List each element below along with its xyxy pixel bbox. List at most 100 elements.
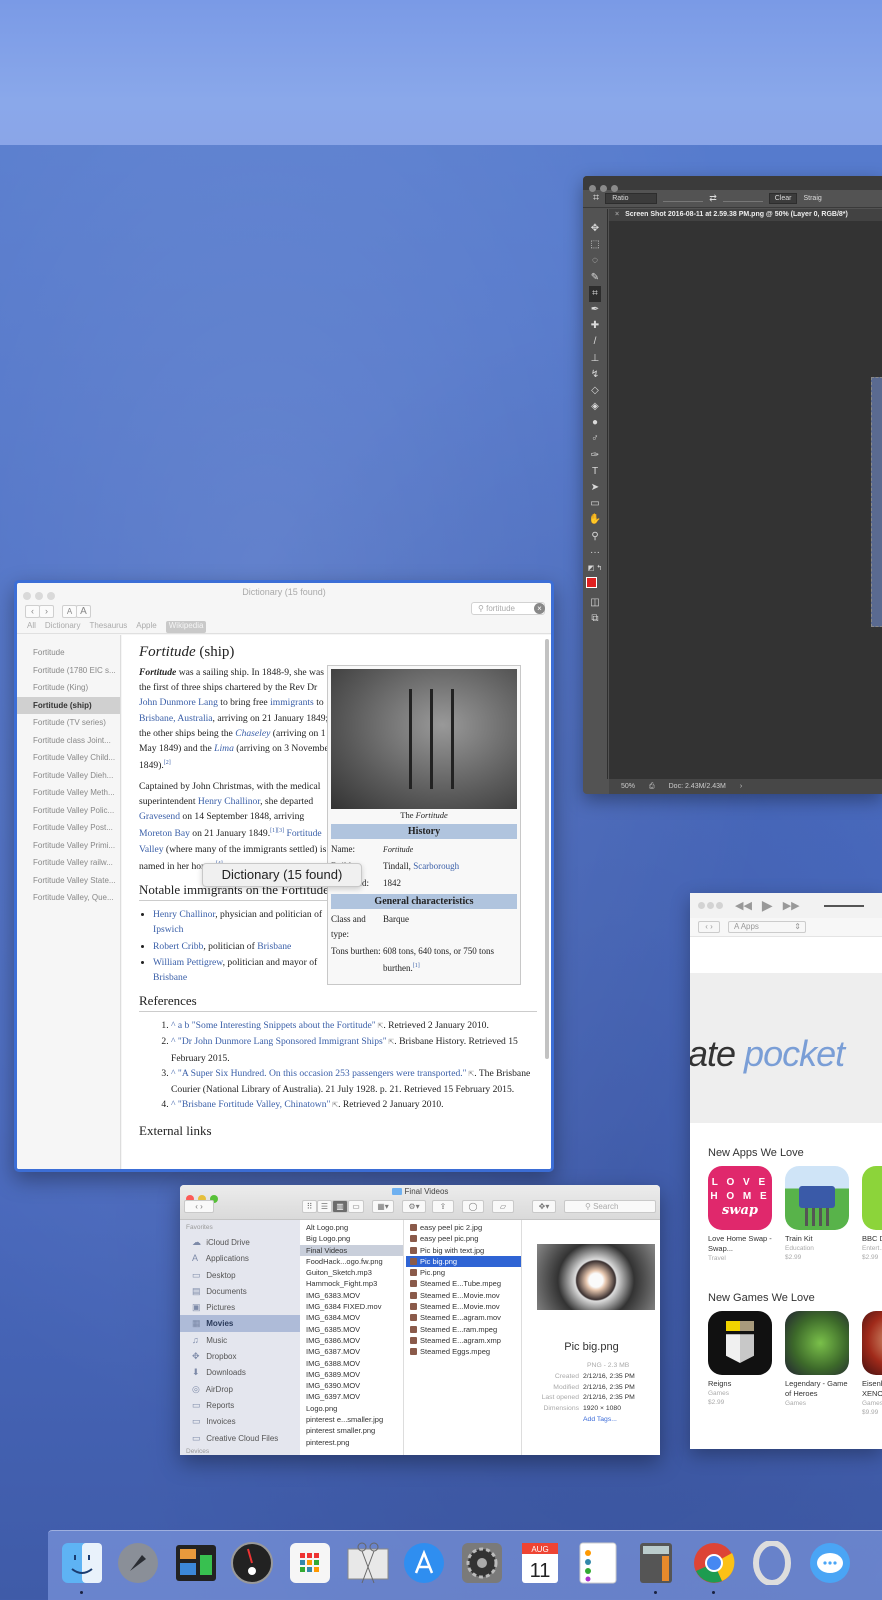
app-item[interactable]: Train Kit Education $2.99 xyxy=(785,1166,849,1263)
close-tab-icon[interactable]: × xyxy=(615,211,619,218)
file-item[interactable]: easy peel pic.png xyxy=(406,1233,521,1244)
entry-list-item[interactable]: Fortitude Valley railw... xyxy=(17,854,120,872)
file-item[interactable]: Big Logo.png xyxy=(300,1233,403,1244)
scrollbar[interactable] xyxy=(545,639,549,1059)
app-item[interactable]: BBC Doctor... Entert... $2.99 xyxy=(862,1166,882,1263)
file-item[interactable]: Pic big with text.jpg xyxy=(406,1245,521,1256)
quick-select-tool-icon[interactable]: ✎ xyxy=(591,270,599,286)
sidebar-item-movies[interactable]: ▦ Movies xyxy=(180,1315,300,1332)
sidebar-item-documents[interactable]: ▤ Documents xyxy=(180,1283,300,1299)
close-button[interactable] xyxy=(589,185,596,192)
dock-calendar[interactable]: AUG 11 xyxy=(516,1539,564,1587)
file-item[interactable]: Steamed Eggs.mpeg xyxy=(406,1346,521,1357)
minimize-button[interactable] xyxy=(35,592,43,600)
link[interactable]: Henry Challinor xyxy=(153,909,215,920)
file-item[interactable]: Steamed E...Movie.mov xyxy=(406,1290,521,1301)
file-item[interactable]: easy peel pic 2.jpg xyxy=(406,1222,521,1233)
action-gear-button[interactable]: ⚙▾ xyxy=(402,1200,426,1213)
tab-all[interactable]: All xyxy=(27,621,36,633)
swap-colors-icon[interactable]: ◩ ↰ xyxy=(588,561,602,577)
back-forward-buttons[interactable]: ‹ › xyxy=(698,921,720,933)
file-item[interactable]: Steamed E...Tube.mpeg xyxy=(406,1278,521,1289)
width-field[interactable] xyxy=(663,196,704,202)
add-tags-link[interactable]: Add Tags... xyxy=(583,1415,617,1426)
entry-list-item[interactable]: Fortitude (1780 EIC s... xyxy=(17,662,120,680)
sidebar-item-airdrop[interactable]: ◎ AirDrop xyxy=(180,1381,300,1397)
rewind-icon[interactable]: ◀◀ xyxy=(735,899,752,912)
sidebar-item-downloads[interactable]: ⬇ Downloads xyxy=(180,1364,300,1380)
share-icon[interactable]: ⎙ xyxy=(649,783,655,791)
link[interactable]: Brisbane, Australia xyxy=(139,713,213,724)
file-item[interactable]: pinterest.png xyxy=(300,1437,403,1448)
tab-apple[interactable]: Apple xyxy=(136,621,156,633)
entry-list-item[interactable]: Fortitude (ship) xyxy=(17,696,120,714)
tab-thesaurus[interactable]: Thesaurus xyxy=(89,621,127,633)
arrange-button[interactable]: ▦▾ xyxy=(372,1200,394,1213)
file-item[interactable]: FoodHack...ogo.fw.png xyxy=(300,1256,403,1267)
hand-tool-icon[interactable]: ✋ xyxy=(589,512,601,528)
entry-list-item[interactable]: Fortitude Valley Polic... xyxy=(17,802,120,820)
dock-finder[interactable] xyxy=(58,1539,106,1594)
type-tool-icon[interactable]: T xyxy=(592,464,598,480)
play-icon[interactable]: ▶ xyxy=(762,897,773,914)
dock-calculator[interactable] xyxy=(632,1539,680,1594)
sidebar-item-applications[interactable]: A Applications xyxy=(180,1250,300,1266)
link[interactable]: William Pettigrew xyxy=(153,957,223,968)
game-item[interactable]: Legendary - Game of Heroes Games xyxy=(785,1311,849,1417)
entry-list-item[interactable]: Fortitude Valley State... xyxy=(17,872,120,890)
game-item[interactable]: Reigns Games $2.99 xyxy=(708,1311,772,1417)
file-item[interactable]: IMG_6385.MOV xyxy=(300,1324,403,1335)
tags-button[interactable]: ◯ xyxy=(462,1200,484,1213)
font-larger-button[interactable]: A xyxy=(76,604,91,618)
foreground-color[interactable] xyxy=(586,577,597,589)
swap-icon[interactable]: ⇄ xyxy=(709,193,717,204)
file-item[interactable]: Guiton_Sketch.mp3 xyxy=(300,1267,403,1278)
link[interactable]: Gravesend xyxy=(139,811,180,822)
link[interactable]: immigrants xyxy=(270,697,314,708)
share-button[interactable]: ⇪ xyxy=(432,1200,454,1213)
height-field[interactable] xyxy=(722,196,763,202)
entry-list-item[interactable]: Fortitude xyxy=(17,644,120,662)
history-brush-tool-icon[interactable]: ↯ xyxy=(591,367,599,383)
healing-tool-icon[interactable]: ✚ xyxy=(591,318,599,334)
clear-search-icon[interactable]: × xyxy=(534,603,545,614)
backlink[interactable]: ^ a b xyxy=(171,1020,192,1031)
entry-list-item[interactable]: Fortitude (King) xyxy=(17,679,120,697)
link[interactable]: Robert Cribb xyxy=(153,941,203,952)
backlink[interactable]: ^ xyxy=(171,1099,178,1110)
app-item[interactable]: L O V EH O M Eswap Love Home Swap - Swap… xyxy=(708,1166,772,1263)
tab-wikipedia[interactable]: Wikipedia xyxy=(165,621,207,633)
entry-list-item[interactable]: Fortitude Valley Dieh... xyxy=(17,767,120,785)
dock-chrome[interactable] xyxy=(690,1539,738,1594)
link[interactable]: Lima xyxy=(214,743,234,754)
new-folder-button[interactable]: ▱ xyxy=(492,1200,514,1213)
sidebar-item-icloud-drive[interactable]: ☁ iCloud Drive xyxy=(180,1234,300,1250)
blur-tool-icon[interactable]: ● xyxy=(592,415,598,431)
marquee-tool-icon[interactable]: ⬚ xyxy=(590,237,599,253)
search-field[interactable]: ⚲ Search xyxy=(564,1200,656,1213)
clear-button[interactable]: Clear xyxy=(768,193,798,204)
screen-mode-icon[interactable]: ⧉ xyxy=(591,611,598,627)
gallery-view-button[interactable]: ▭ xyxy=(348,1200,364,1213)
entry-list-item[interactable]: Fortitude Valley, Que... xyxy=(17,889,120,907)
dock-app-grid[interactable] xyxy=(286,1539,334,1587)
preview-thumbnail[interactable] xyxy=(537,1244,655,1310)
dock-launchpad[interactable] xyxy=(114,1539,162,1587)
list-view-button[interactable]: ☰ xyxy=(317,1200,332,1213)
link[interactable]: Moreton Bay xyxy=(139,828,190,839)
sidebar-item-music[interactable]: ♫ Music xyxy=(180,1332,300,1348)
document-image[interactable] xyxy=(871,377,882,627)
file-item[interactable]: Steamed E...Movie.mov xyxy=(406,1301,521,1312)
move-tool-icon[interactable]: ✥ xyxy=(591,221,599,237)
dock-reminders[interactable] xyxy=(574,1539,622,1587)
close-button[interactable] xyxy=(698,901,705,909)
file-item[interactable]: IMG_6384.MOV xyxy=(300,1312,403,1323)
link[interactable]: Ipswich xyxy=(153,924,183,935)
file-item[interactable]: Alt Logo.png xyxy=(300,1222,403,1233)
file-item[interactable]: Steamed E...ram.mpeg xyxy=(406,1324,521,1335)
ship-image[interactable] xyxy=(331,669,517,809)
link[interactable]: Scarborough xyxy=(413,861,459,871)
citation[interactable]: [2] xyxy=(164,760,171,766)
file-item[interactable]: Hammock_Fight.mp3 xyxy=(300,1278,403,1289)
icon-view-button[interactable]: ⠿ xyxy=(302,1200,317,1213)
